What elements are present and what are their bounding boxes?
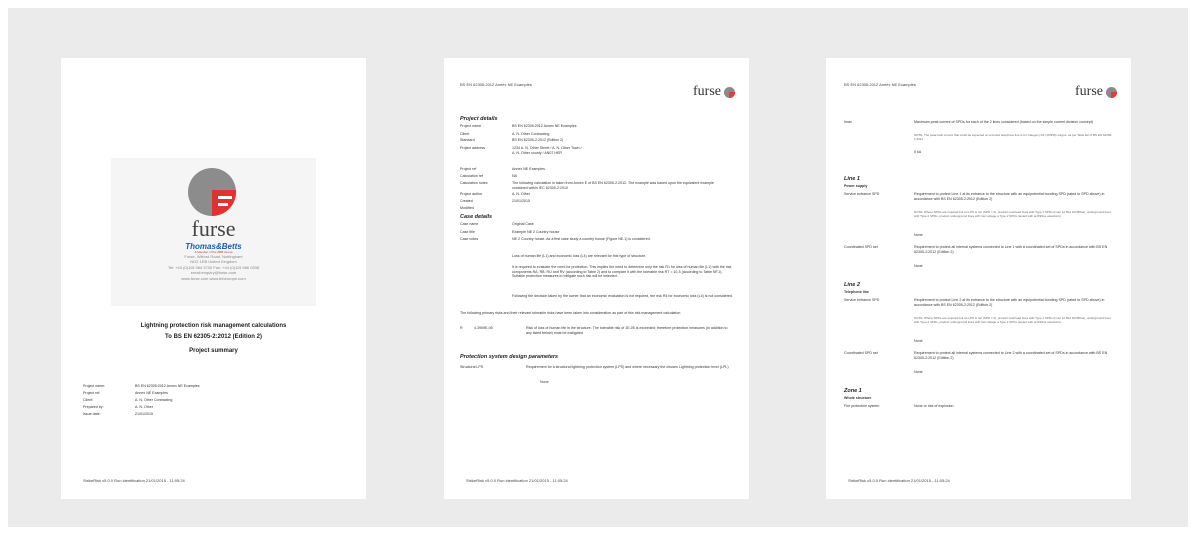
service-entrance-none: None [914,233,923,237]
page-header: BS EN 62305:2012 Annex NE Examples [460,82,532,87]
document-page-summary[interactable]: furse Thomas&Betts A Member of the ABB G… [61,58,366,499]
spd-note: NOTE: Where SPDs are required but an LPS… [914,210,1111,218]
primary-risk-note: The following primary risks and their re… [460,311,681,315]
coordinated-spd-none: None [914,370,923,374]
service-entrance-value: Requirement to protect Line 1 at its ent… [914,192,1105,201]
coordinated-spd-key: Coordinated SPD set [844,351,878,355]
zone-subheading: Whole structure [844,396,872,400]
imax-note: NOTE: The peak fault current that could … [914,133,1113,141]
service-entrance-key: Service entrance SPD [844,192,880,196]
furse-logo-icon [188,168,236,216]
section-heading: Protection system design parameters [460,354,559,360]
case-paragraph: It is required to evaluate the need for … [512,265,732,279]
coordinated-spd-none: None [914,264,923,268]
lps-value: Requirement for a structural lightning p… [526,365,729,369]
logo-wordmark: furse [1075,84,1103,99]
logo-wordmark: furse [693,84,721,99]
fire-protection-value: None or risk of explosion [914,404,954,408]
line2-heading: Line 2 [844,282,860,288]
coordinated-spd-value: Requirement to protect all internal syst… [914,245,1108,254]
section-heading: Project details [460,116,498,122]
document-title: Lightning protection risk management cal… [140,323,287,329]
risk-label: R [460,326,463,330]
page-footer: StrikeRisk v5.0.0 Run identification 21/… [466,478,568,483]
imax-value: Maximum peak current of SPDs for each of… [914,120,1093,124]
risk-value: 4.3909E-05 [474,326,493,330]
document-page-protection[interactable]: BS EN 62305:2012 Annex NE Examples furse… [826,58,1131,499]
coordinated-spd-key: Coordinated SPD set [844,245,878,249]
lps-key: Structural LPS [460,365,484,369]
imax-amount: 0 kA [914,150,922,154]
fire-protection-key: Fire protection system [844,404,880,408]
logo-panel: furse Thomas&Betts A Member of the ABB G… [111,158,316,306]
page-footer: StrikeRisk v5.0.0 Run identification 21/… [83,478,185,483]
service-entrance-none: None [914,339,923,343]
section-heading: Case details [460,214,493,220]
furse-logo: furse [693,84,735,100]
furse-logo-icon [724,87,735,98]
address-block: Furse, Wilford Road, Nottingham NG2 1EB … [111,254,316,281]
furse-logo: furse [1075,84,1117,100]
document-subtitle: Project summary [189,348,238,354]
zone-heading: Zone 1 [844,388,862,394]
service-entrance-key: Service entrance SPD [844,298,880,302]
line1-heading: Line 1 [844,176,860,182]
lps-none: None [540,380,549,384]
line2-subheading: Telephone line [844,290,869,294]
furse-logo-icon [1106,87,1117,98]
address-line: www.furse.com www.tnbeurope.com [181,275,246,281]
case-paragraph: Following the decision taken by the owne… [512,294,733,298]
line1-subheading: Power supply [844,184,868,188]
imax-key: Imax [844,120,852,124]
coordinated-spd-value: Requirement to protect all internal syst… [914,351,1108,360]
risk-description: Risk of loss of human life in the struct… [526,326,728,335]
page-header: BS EN 62305:2012 Annex NE Examples [844,82,916,87]
document-standard: To BS EN 62305-2:2012 (Edition 2) [165,334,262,340]
document-page-project-details[interactable]: BS EN 62305:2012 Annex NE Examples furse… [444,58,749,499]
logo-wordmark: furse [191,216,236,241]
page-footer: StrikeRisk v5.0.0 Run identification 21/… [848,478,950,483]
gallery-background: furse Thomas&Betts A Member of the ABB G… [8,8,1188,527]
service-entrance-value: Requirement to protect Line 2 at its ent… [914,298,1105,307]
case-paragraph: Loss of human life (L1) and economic los… [512,254,647,258]
spd-note: NOTE: Where SPDs are required but an LPS… [914,316,1111,324]
